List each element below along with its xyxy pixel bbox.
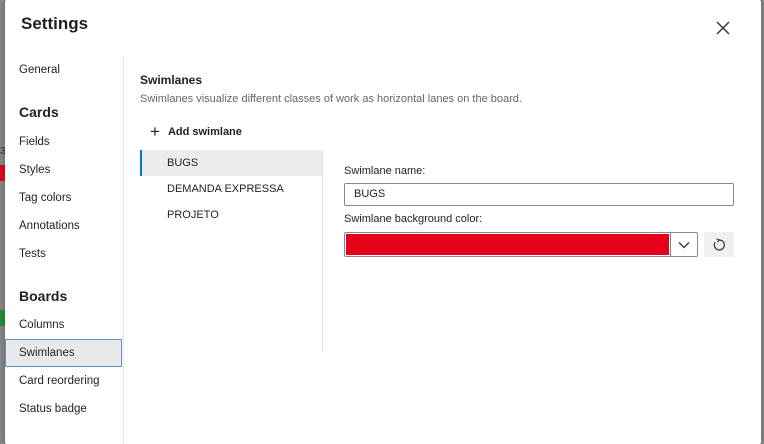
swimlane-color-dropdown[interactable] (344, 232, 698, 257)
nav-header-boards: Boards (19, 288, 68, 304)
swimlane-list-item[interactable]: DEMANDA EXPRESSA (140, 176, 323, 202)
close-button[interactable] (711, 16, 735, 40)
swimlane-name-input[interactable]: BUGS (344, 183, 734, 206)
nav-item-tests[interactable]: Tests (5, 240, 122, 268)
list-divider (322, 150, 323, 352)
dialog-title: Settings (21, 14, 89, 33)
swimlane-name-label: Swimlane name: (344, 165, 426, 177)
plus-icon: + (150, 122, 160, 141)
settings-nav: General Cards Fields Styles Tag colors A… (5, 56, 124, 444)
add-swimlane-label: Add swimlane (167, 126, 242, 138)
nav-item-status-badge[interactable]: Status badge (5, 395, 122, 423)
reset-color-button[interactable] (704, 232, 734, 257)
swimlane-color-label: Swimlane background color: (344, 213, 483, 225)
nav-item-columns[interactable]: Columns (5, 311, 122, 339)
nav-item-general[interactable]: General (5, 56, 122, 84)
nav-item-styles[interactable]: Styles (5, 156, 122, 184)
dropdown-chevron (670, 233, 697, 256)
chevron-down-icon (678, 241, 690, 248)
color-swatch (346, 234, 669, 255)
nav-header-cards: Cards (19, 104, 59, 120)
nav-item-swimlanes[interactable]: Swimlanes (5, 339, 122, 367)
section-description: Swimlanes visualize different classes of… (140, 93, 522, 105)
reset-icon (713, 237, 725, 251)
add-swimlane-button[interactable]: + Add swimlane (150, 122, 242, 142)
nav-item-card-reordering[interactable]: Card reordering (5, 367, 122, 395)
nav-item-tag-colors[interactable]: Tag colors (5, 184, 122, 212)
settings-dialog: Settings General Cards Fields Styles Tag… (5, 0, 761, 444)
swimlane-list-item[interactable]: PROJETO (140, 202, 323, 228)
nav-item-annotations[interactable]: Annotations (5, 212, 122, 240)
swimlane-list-item[interactable]: BUGS (140, 150, 323, 176)
nav-item-fields[interactable]: Fields (5, 128, 122, 156)
section-title: Swimlanes (140, 73, 203, 87)
close-icon (716, 21, 730, 35)
